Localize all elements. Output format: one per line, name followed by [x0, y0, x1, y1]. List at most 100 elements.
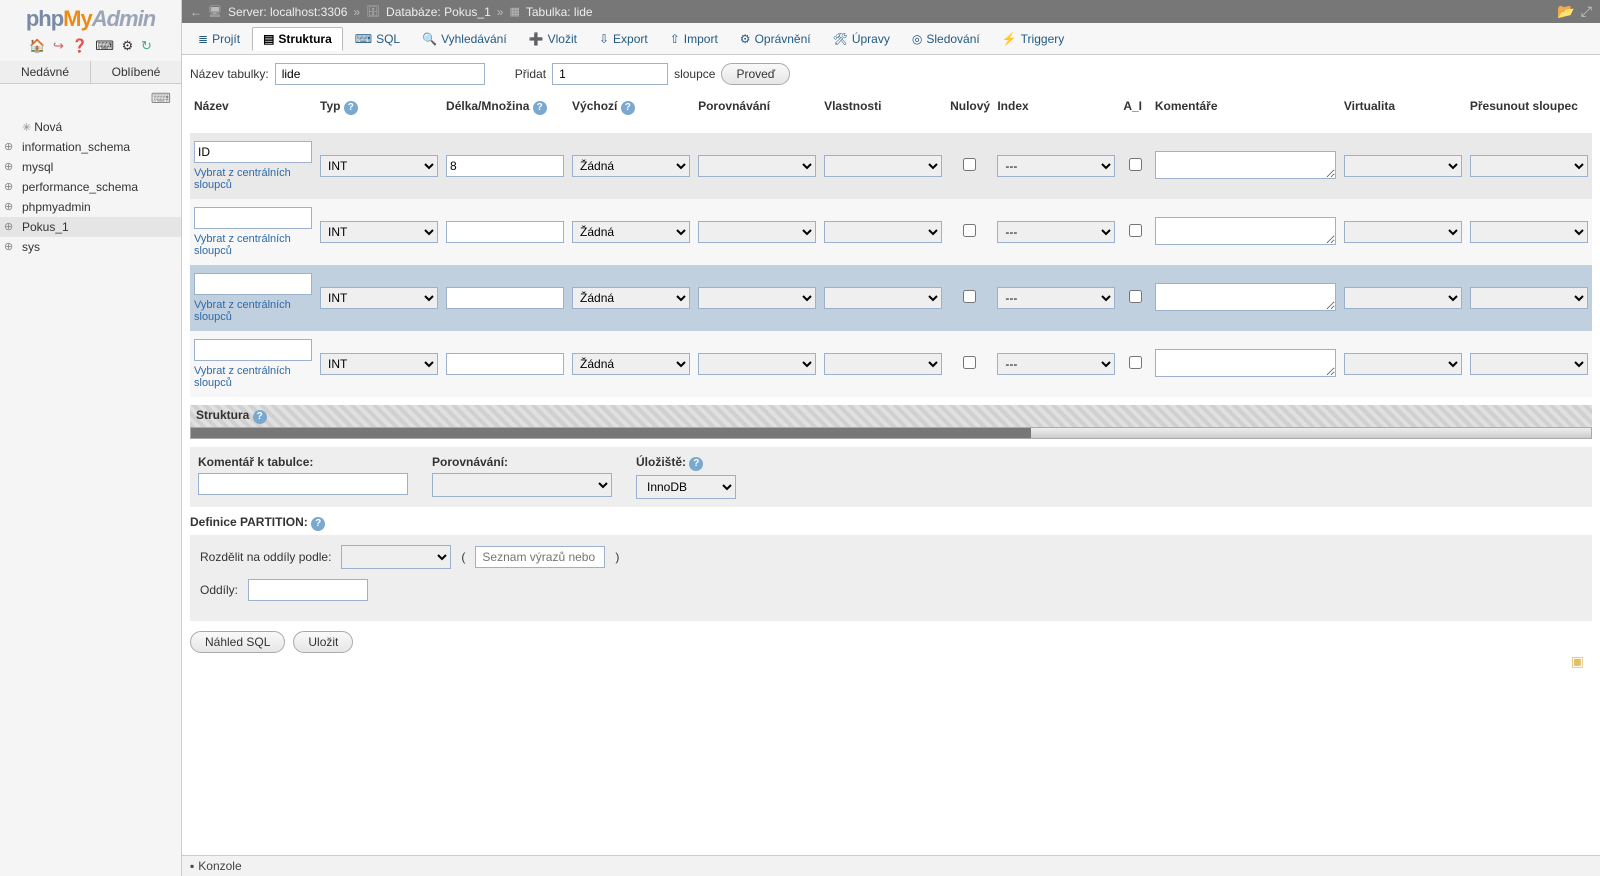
- col-attr-select[interactable]: [824, 221, 942, 243]
- col-type-select[interactable]: INT: [320, 353, 438, 375]
- col-index-select[interactable]: ---: [997, 155, 1115, 177]
- col-index-select[interactable]: ---: [997, 287, 1115, 309]
- col-attr-select[interactable]: [824, 287, 942, 309]
- col-name-input[interactable]: [194, 141, 312, 163]
- col-move-select[interactable]: [1470, 353, 1588, 375]
- preview-sql-button[interactable]: Náhled SQL: [190, 631, 285, 653]
- col-index-select[interactable]: ---: [997, 221, 1115, 243]
- collation-select[interactable]: [432, 473, 612, 497]
- tab-sql[interactable]: ⌨SQL: [345, 27, 410, 50]
- tab-import[interactable]: ⇧Import: [660, 27, 728, 50]
- storage-select[interactable]: InnoDB: [636, 475, 736, 499]
- centrals-link[interactable]: Vybrat z centrálních sloupců: [194, 365, 312, 389]
- db-node[interactable]: phpmyadmin: [0, 197, 181, 217]
- help-icon[interactable]: ?: [621, 101, 635, 115]
- col-default-select[interactable]: Žádná: [572, 221, 690, 243]
- col-length-input[interactable]: [446, 353, 564, 375]
- col-type-select[interactable]: INT: [320, 155, 438, 177]
- db-node[interactable]: ✳Nová: [0, 117, 181, 137]
- db-node[interactable]: mysql: [0, 157, 181, 177]
- breadcrumb-database[interactable]: Databáze: Pokus_1: [386, 5, 491, 19]
- console-bar[interactable]: ▪ Konzole: [182, 855, 1600, 876]
- db-node[interactable]: sys: [0, 237, 181, 257]
- tablename-input[interactable]: [275, 63, 485, 85]
- add-count-input[interactable]: [552, 63, 668, 85]
- col-virtual-select[interactable]: [1344, 221, 1462, 243]
- favorite-icon[interactable]: 📂: [1557, 3, 1574, 20]
- col-collation-select[interactable]: [698, 221, 816, 243]
- col-index-select[interactable]: ---: [997, 353, 1115, 375]
- centrals-link[interactable]: Vybrat z centrálních sloupců: [194, 233, 312, 257]
- help-icon[interactable]: ❓: [71, 39, 87, 52]
- maximize-icon[interactable]: ⤢: [1581, 3, 1592, 20]
- col-null-checkbox[interactable]: [963, 290, 976, 303]
- breadcrumb-server[interactable]: Server: localhost:3306: [228, 5, 347, 19]
- bookmark-icon[interactable]: ▣: [1571, 653, 1584, 670]
- tab-triggery[interactable]: ⚡Triggery: [992, 27, 1075, 50]
- tab-sledování[interactable]: ◎Sledování: [902, 27, 990, 50]
- col-ai-checkbox[interactable]: [1129, 224, 1142, 237]
- breadcrumb-table[interactable]: Tabulka: lide: [526, 5, 593, 19]
- help-icon[interactable]: ?: [253, 410, 267, 424]
- col-default-select[interactable]: Žádná: [572, 155, 690, 177]
- partition-expr-input[interactable]: [475, 546, 605, 568]
- col-collation-select[interactable]: [698, 155, 816, 177]
- tab-struktura[interactable]: ▤Struktura: [252, 27, 343, 51]
- col-move-select[interactable]: [1470, 155, 1588, 177]
- col-comment-input[interactable]: [1155, 283, 1336, 311]
- save-button[interactable]: Uložit: [293, 631, 353, 653]
- col-ai-checkbox[interactable]: [1129, 356, 1142, 369]
- home-icon[interactable]: 🏠: [29, 39, 45, 52]
- col-collation-select[interactable]: [698, 287, 816, 309]
- help-icon[interactable]: ?: [344, 101, 358, 115]
- tab-projít[interactable]: ≣Projít: [188, 27, 250, 50]
- tab-vyhledávání[interactable]: 🔍Vyhledávání: [412, 27, 517, 50]
- col-comment-input[interactable]: [1155, 151, 1336, 179]
- refresh-icon[interactable]: ↻: [141, 39, 152, 52]
- col-move-select[interactable]: [1470, 221, 1588, 243]
- col-type-select[interactable]: INT: [320, 287, 438, 309]
- help-icon[interactable]: ?: [311, 517, 325, 531]
- tab-oprávnění[interactable]: ⚙Oprávnění: [730, 27, 821, 50]
- go-button[interactable]: Proveď: [721, 63, 790, 85]
- partition-count-input[interactable]: [248, 579, 368, 601]
- help-icon[interactable]: ?: [689, 457, 703, 471]
- col-attr-select[interactable]: [824, 155, 942, 177]
- col-null-checkbox[interactable]: [963, 224, 976, 237]
- col-name-input[interactable]: [194, 339, 312, 361]
- sidebar-tab-favorites[interactable]: Oblíbené: [91, 61, 181, 83]
- col-ai-checkbox[interactable]: [1129, 158, 1142, 171]
- horizontal-scrollbar[interactable]: [190, 427, 1592, 439]
- tab-vložit[interactable]: ➕Vložit: [519, 27, 587, 50]
- sql-icon[interactable]: ⌨: [95, 39, 114, 52]
- partition-by-select[interactable]: [341, 545, 451, 569]
- db-node[interactable]: Pokus_1: [0, 217, 181, 237]
- tab-úpravy[interactable]: 🛠Úpravy: [823, 27, 900, 50]
- col-comment-input[interactable]: [1155, 217, 1336, 245]
- link-icon[interactable]: ⌨: [151, 90, 171, 106]
- exit-icon[interactable]: ↪: [53, 39, 64, 52]
- sidebar-tab-recent[interactable]: Nedávné: [0, 61, 91, 83]
- col-type-select[interactable]: INT: [320, 221, 438, 243]
- col-null-checkbox[interactable]: [963, 356, 976, 369]
- col-null-checkbox[interactable]: [963, 158, 976, 171]
- tablecomment-input[interactable]: [198, 473, 408, 495]
- centrals-link[interactable]: Vybrat z centrálních sloupců: [194, 167, 312, 191]
- col-length-input[interactable]: [446, 155, 564, 177]
- col-default-select[interactable]: Žádná: [572, 353, 690, 375]
- col-attr-select[interactable]: [824, 353, 942, 375]
- col-ai-checkbox[interactable]: [1129, 290, 1142, 303]
- centrals-link[interactable]: Vybrat z centrálních sloupců: [194, 299, 312, 323]
- col-virtual-select[interactable]: [1344, 287, 1462, 309]
- col-name-input[interactable]: [194, 207, 312, 229]
- col-comment-input[interactable]: [1155, 349, 1336, 377]
- col-default-select[interactable]: Žádná: [572, 287, 690, 309]
- col-virtual-select[interactable]: [1344, 353, 1462, 375]
- db-node[interactable]: performance_schema: [0, 177, 181, 197]
- col-length-input[interactable]: [446, 287, 564, 309]
- col-virtual-select[interactable]: [1344, 155, 1462, 177]
- gear-icon[interactable]: ⚙: [122, 39, 134, 52]
- app-logo[interactable]: phpMyAdmin: [0, 0, 181, 34]
- col-collation-select[interactable]: [698, 353, 816, 375]
- col-name-input[interactable]: [194, 273, 312, 295]
